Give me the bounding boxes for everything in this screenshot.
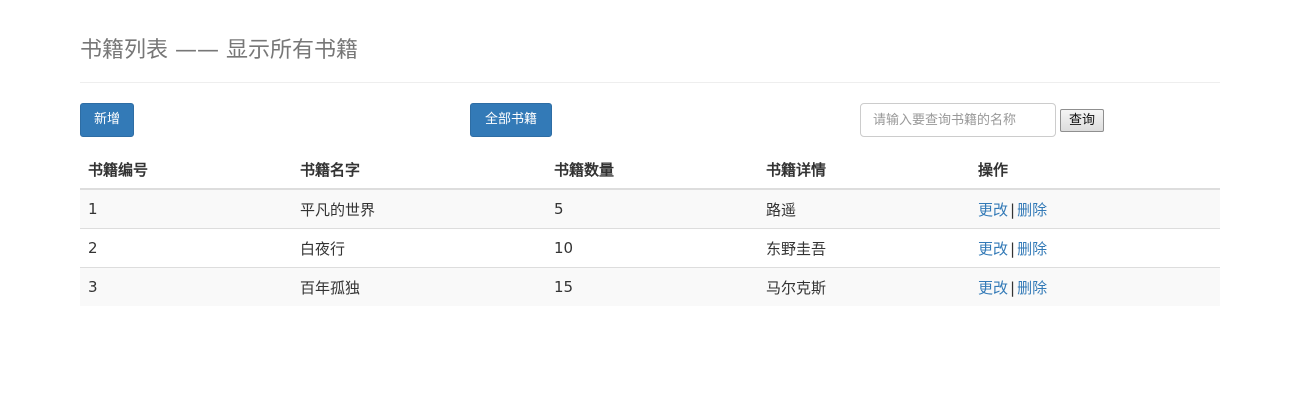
cell-book-id: 3 <box>80 267 292 306</box>
column-header-count: 书籍数量 <box>546 150 758 190</box>
column-header-actions: 操作 <box>970 150 1220 190</box>
table-row: 2 白夜行 10 东野圭吾 更改 | 删除 <box>80 228 1220 268</box>
query-button[interactable]: 查询 <box>1060 109 1104 132</box>
cell-book-id: 1 <box>80 189 292 229</box>
action-separator: | <box>1010 200 1016 219</box>
column-header-detail: 书籍详情 <box>758 150 970 190</box>
delete-link[interactable]: 删除 <box>1017 240 1047 258</box>
edit-link[interactable]: 更改 <box>978 201 1008 219</box>
table-row: 1 平凡的世界 5 路遥 更改 | 删除 <box>80 189 1220 229</box>
action-separator: | <box>1010 278 1016 297</box>
cell-book-id: 2 <box>80 228 292 268</box>
edit-link[interactable]: 更改 <box>978 279 1008 297</box>
table-row: 3 百年孤独 15 马尔克斯 更改 | 删除 <box>80 267 1220 306</box>
delete-link[interactable]: 删除 <box>1017 279 1047 297</box>
toolbar: 新增 全部书籍 查询 <box>80 103 1220 137</box>
cell-book-name: 白夜行 <box>292 228 546 268</box>
cell-actions: 更改 | 删除 <box>970 189 1220 229</box>
page-header: 书籍列表 —— 显示所有书籍 <box>80 36 1220 83</box>
cell-book-count: 5 <box>546 189 758 229</box>
cell-book-count: 15 <box>546 267 758 306</box>
cell-book-name: 百年孤独 <box>292 267 546 306</box>
search-input[interactable] <box>860 103 1056 137</box>
column-header-id: 书籍编号 <box>80 150 292 190</box>
cell-actions: 更改 | 删除 <box>970 228 1220 268</box>
delete-link[interactable]: 删除 <box>1017 201 1047 219</box>
table-header-row: 书籍编号 书籍名字 书籍数量 书籍详情 操作 <box>80 150 1220 190</box>
all-books-button[interactable]: 全部书籍 <box>470 103 552 137</box>
add-book-button[interactable]: 新增 <box>80 103 134 137</box>
cell-book-count: 10 <box>546 228 758 268</box>
cell-book-name: 平凡的世界 <box>292 189 546 229</box>
cell-actions: 更改 | 删除 <box>970 267 1220 306</box>
books-table: 书籍编号 书籍名字 书籍数量 书籍详情 操作 1 平凡的世界 5 路遥 更改 | 删… <box>80 150 1220 306</box>
cell-book-detail: 马尔克斯 <box>758 267 970 306</box>
cell-book-detail: 路遥 <box>758 189 970 229</box>
page-title: 书籍列表 —— 显示所有书籍 <box>80 38 358 63</box>
column-header-name: 书籍名字 <box>292 150 546 190</box>
action-separator: | <box>1010 239 1016 258</box>
cell-book-detail: 东野圭吾 <box>758 228 970 268</box>
edit-link[interactable]: 更改 <box>978 240 1008 258</box>
